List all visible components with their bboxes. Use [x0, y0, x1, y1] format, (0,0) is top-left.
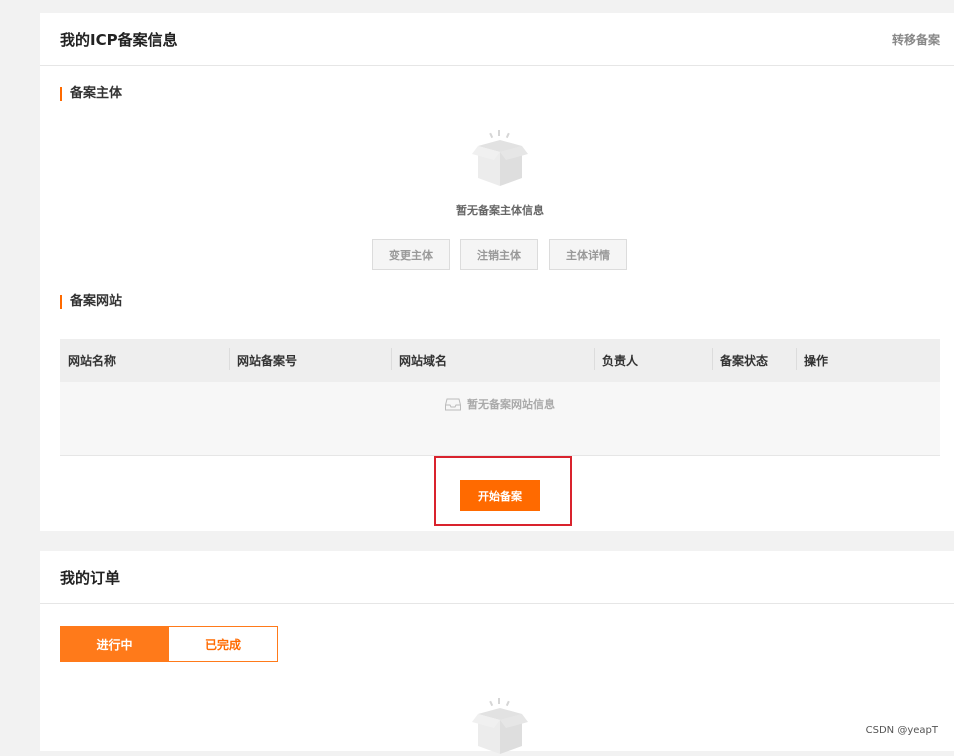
transfer-filing-link[interactable]: 转移备案 — [892, 31, 940, 48]
subject-empty-text: 暂无备案主体信息 — [456, 204, 544, 217]
col-site-name: 网站名称 — [68, 354, 117, 368]
subject-section-title: 备案主体 — [60, 87, 122, 101]
col-actions: 操作 — [796, 348, 940, 370]
tab-completed[interactable]: 已完成 — [169, 626, 278, 662]
icp-card-header: 我的ICP备案信息 转移备案 — [40, 13, 954, 66]
table-empty-row: 暂无备案网站信息 — [60, 382, 940, 456]
table-header-row: 网站名称 网站备案号 网站域名 负责人 备案状态 操作 — [60, 339, 940, 382]
orders-title: 我的订单 — [60, 568, 121, 587]
orders-card: 我的订单 进行中 已完成 — [40, 551, 954, 754]
empty-box-icon — [472, 130, 528, 186]
orders-empty-box-icon — [472, 698, 528, 754]
icp-title: 我的ICP备案信息 — [60, 30, 178, 49]
col-status: 备案状态 — [712, 348, 796, 370]
col-domain: 网站域名 — [391, 348, 594, 370]
change-subject-button[interactable]: 变更主体 — [372, 239, 450, 270]
inbox-icon — [445, 398, 461, 410]
website-table: 网站名称 网站备案号 网站域名 负责人 备案状态 操作 暂无备案网站信息 — [60, 339, 940, 456]
subject-detail-button[interactable]: 主体详情 — [549, 239, 627, 270]
cancel-subject-button[interactable]: 注销主体 — [460, 239, 538, 270]
tab-in-progress[interactable]: 进行中 — [60, 626, 169, 662]
icp-card: 我的ICP备案信息 转移备案 备案主体 暂无备案主体信息 变更主体 注销主体 主… — [40, 13, 954, 531]
col-filing-number: 网站备案号 — [229, 348, 391, 370]
orders-card-header: 我的订单 — [40, 551, 954, 604]
col-owner: 负责人 — [594, 348, 712, 370]
website-empty-message: 暂无备案网站信息 — [60, 396, 940, 412]
watermark: CSDN @yeapT — [865, 725, 938, 736]
website-empty-text: 暂无备案网站信息 — [467, 398, 555, 411]
website-section-title: 备案网站 — [60, 295, 122, 309]
order-tabs: 进行中 已完成 — [60, 626, 278, 662]
start-filing-button[interactable]: 开始备案 — [460, 480, 540, 511]
